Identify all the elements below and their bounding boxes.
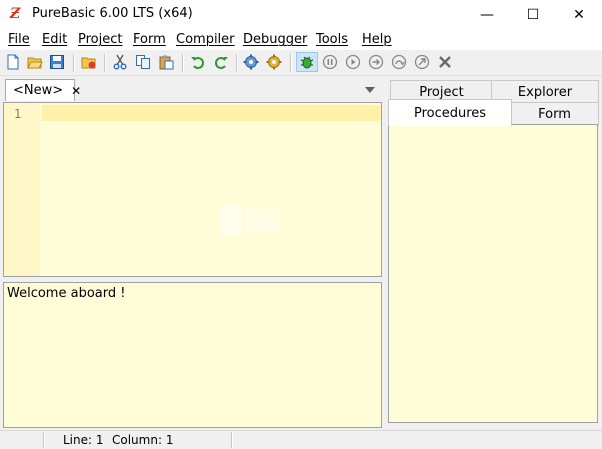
tab-close-icon[interactable]: ✕: [71, 84, 81, 98]
purebasic-logo-icon: Ƶ: [10, 6, 21, 22]
editor-tab-strip: <New> ✕: [0, 77, 386, 102]
tools-panel: Project Explorer Procedures Form: [386, 77, 602, 429]
purebasic-watermark-icon: [212, 199, 282, 241]
pause-icon[interactable]: [321, 53, 339, 71]
redo-icon[interactable]: [212, 53, 230, 71]
minimize-button[interactable]: —: [464, 0, 510, 30]
status-bar: Line: 1 Column: 1: [0, 430, 602, 449]
status-line: Line: 1: [63, 433, 104, 447]
toolbar-separator: [236, 54, 238, 72]
copy-icon[interactable]: [134, 53, 152, 71]
close-icon: ✕: [573, 7, 585, 23]
menu-help[interactable]: Help: [362, 32, 392, 48]
menu-file[interactable]: File: [8, 32, 30, 48]
step-out-icon[interactable]: [413, 53, 431, 71]
line-number-gutter: 1: [4, 103, 40, 276]
new-file-icon[interactable]: [4, 53, 22, 71]
save-icon[interactable]: [48, 53, 66, 71]
status-separator: [43, 432, 45, 448]
step-over-icon[interactable]: [390, 53, 408, 71]
current-line-highlight: [42, 105, 381, 121]
toolbar-separator: [73, 54, 75, 72]
toolbar-separator: [104, 54, 106, 72]
status-separator: [231, 432, 233, 448]
minimize-icon: —: [480, 7, 494, 23]
maximize-button[interactable]: ☐: [510, 0, 556, 30]
menu-edit[interactable]: Edit: [42, 32, 67, 48]
compile-run-icon[interactable]: [242, 53, 260, 71]
toolbar: [0, 50, 602, 76]
tab-procedures[interactable]: Procedures: [388, 99, 512, 126]
open-file-icon[interactable]: [26, 53, 44, 71]
menu-form[interactable]: Form: [133, 32, 166, 48]
menu-tools[interactable]: Tools: [316, 32, 348, 48]
title-bar: Ƶ PureBasic 6.00 LTS (x64) — ☐ ✕: [0, 0, 602, 30]
tab-label: <New>: [13, 83, 64, 98]
debugger-icon[interactable]: [296, 52, 318, 72]
maximize-icon: ☐: [526, 7, 540, 23]
close-button[interactable]: ✕: [556, 0, 602, 30]
chevron-down-icon: [365, 87, 375, 93]
code-editor[interactable]: 1: [3, 102, 382, 277]
menu-debugger[interactable]: Debugger: [243, 32, 307, 48]
window-title: PureBasic 6.00 LTS (x64): [32, 6, 193, 21]
paste-icon[interactable]: [157, 53, 175, 71]
line-number: 1: [14, 107, 22, 121]
tab-list-dropdown[interactable]: [364, 84, 376, 94]
menu-compiler[interactable]: Compiler: [176, 32, 235, 48]
continue-icon[interactable]: [344, 53, 362, 71]
close-file-icon[interactable]: [80, 53, 98, 71]
undo-icon[interactable]: [189, 53, 207, 71]
cut-icon[interactable]: [111, 53, 129, 71]
menu-bar: File Edit Project Form Compiler Debugger…: [0, 30, 602, 50]
toolbar-separator: [182, 54, 184, 72]
menu-project[interactable]: Project: [78, 32, 122, 48]
build-icon[interactable]: [265, 53, 283, 71]
output-log-panel[interactable]: Welcome aboard !: [3, 282, 382, 428]
toolbar-separator: [290, 54, 292, 72]
tab-new-file[interactable]: <New> ✕: [5, 79, 81, 101]
kill-program-icon[interactable]: [436, 53, 454, 71]
status-column: Column: 1: [112, 433, 174, 447]
output-message: Welcome aboard !: [7, 286, 126, 301]
procedures-list[interactable]: [388, 124, 598, 423]
tab-form[interactable]: Form: [510, 102, 599, 126]
step-icon[interactable]: [367, 53, 385, 71]
